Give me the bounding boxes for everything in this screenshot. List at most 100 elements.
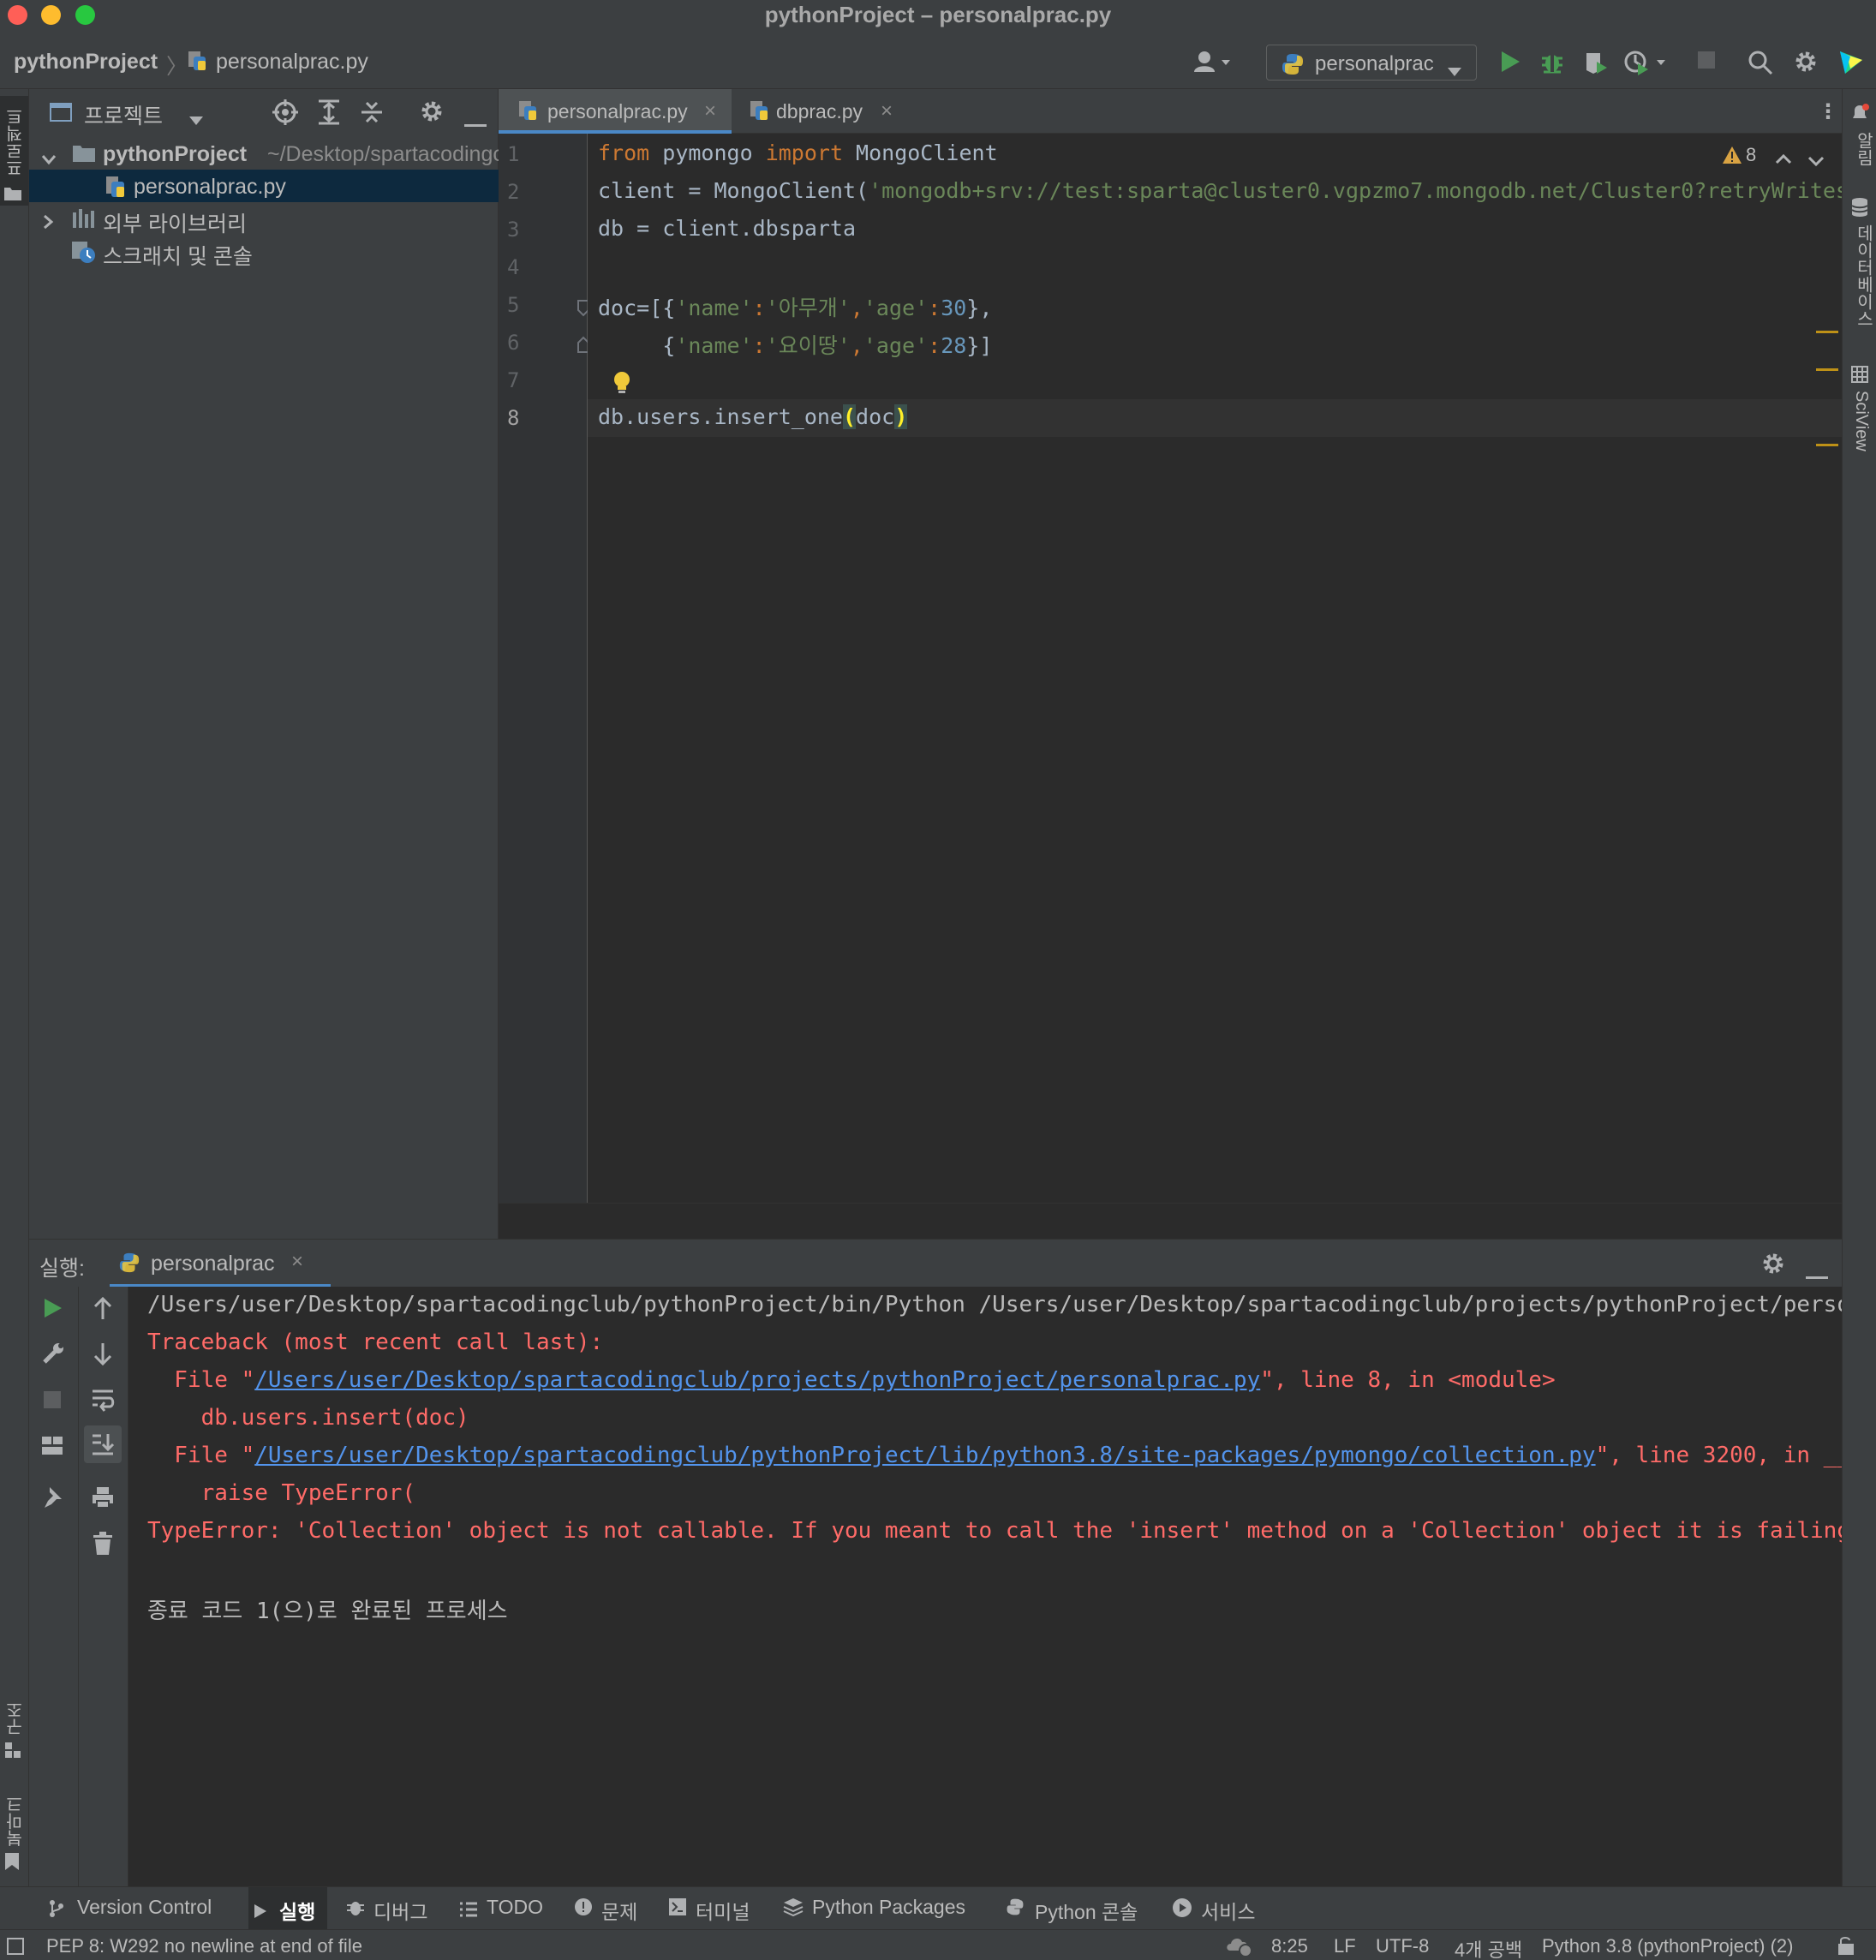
toolwindow-terminal[interactable]: 터미널 <box>668 1896 750 1925</box>
status-message[interactable]: PEP 8: W292 no newline at end of file <box>46 1935 362 1957</box>
error-stripe-mark[interactable] <box>1816 444 1838 446</box>
run-panel-title: 실행: <box>39 1257 85 1281</box>
toolwindow-debug[interactable]: 디버그 <box>346 1896 427 1925</box>
breadcrumb-separator-icon: 〉 <box>166 55 188 79</box>
coverage-icon[interactable] <box>1583 50 1609 80</box>
line-separator[interactable]: LF <box>1334 1935 1356 1957</box>
inspection-widget[interactable]: 8 <box>1722 140 1842 170</box>
run-settings-gear-icon[interactable] <box>1761 1252 1785 1282</box>
code-line-6: {'name':'요이땅','age':28}] <box>598 329 992 360</box>
caret-position[interactable]: 8:25 <box>1271 1935 1308 1957</box>
collapse-all-icon[interactable] <box>360 99 384 131</box>
run-icon[interactable] <box>1499 50 1521 78</box>
arrow-up-icon[interactable] <box>93 1296 113 1327</box>
view-dropdown-icon[interactable] <box>188 108 204 132</box>
stop-icon[interactable] <box>1696 50 1717 75</box>
search-icon[interactable] <box>1748 50 1773 80</box>
indent-setting[interactable]: 4개 공백 <box>1455 1935 1522 1960</box>
breadcrumb-file[interactable]: personalprac.py <box>216 50 368 75</box>
structure-icon <box>4 1741 21 1765</box>
toolwindow-run[interactable]: 실행 <box>248 1887 327 1930</box>
arrow-down-icon[interactable] <box>93 1342 113 1371</box>
close-tab-icon[interactable]: × <box>881 99 893 123</box>
toolwindow-todo[interactable]: TODO <box>459 1896 543 1919</box>
hide-run-panel-icon[interactable] <box>1806 1262 1828 1286</box>
code-token: import <box>765 140 843 165</box>
navigation-bar: pythonProject 〉 personalprac.py personal… <box>0 31 1876 89</box>
packages-icon <box>783 1897 804 1921</box>
code-token: 'age' <box>863 333 929 358</box>
terminal-icon <box>668 1897 687 1921</box>
python-interpreter[interactable]: Python 3.8 (pythonProject) (2) <box>1542 1935 1793 1957</box>
lock-icon[interactable] <box>1837 1935 1855 1960</box>
console-traceback-frame: File "/Users/user/Desktop/spartacodingcl… <box>147 1367 1555 1393</box>
run-tab-personalprac[interactable]: personalprac × <box>110 1240 331 1288</box>
expand-all-icon[interactable] <box>317 99 341 131</box>
toggle-tool-windows-icon[interactable] <box>7 1937 24 1960</box>
layout-icon[interactable] <box>41 1434 63 1462</box>
code-token: , <box>850 333 863 358</box>
error-stripe-mark[interactable] <box>1816 368 1838 371</box>
intention-bulb-icon[interactable] <box>612 370 632 401</box>
debug-icon[interactable] <box>1540 50 1564 78</box>
tab-dbprac[interactable]: dbprac.py × <box>732 89 903 134</box>
toolwindow-python-console[interactable]: Python 콘솔 <box>1006 1896 1138 1925</box>
code-token: db.users.insert_one <box>598 404 843 429</box>
jetbrains-logo-icon[interactable] <box>1838 50 1864 80</box>
edit-config-wrench-icon[interactable] <box>41 1342 65 1371</box>
console-traceback-code: db.users.insert(doc) <box>147 1405 469 1431</box>
console-file-link[interactable]: /Users/user/Desktop/spartacodingclub/pro… <box>254 1367 1260 1393</box>
close-tab-icon[interactable]: × <box>704 99 716 123</box>
settings-gear-icon[interactable] <box>1794 50 1818 78</box>
folder-icon <box>72 144 96 169</box>
more-tabs-icon[interactable]: ⋮ <box>1818 99 1838 124</box>
error-stripe-mark[interactable] <box>1816 331 1838 333</box>
next-highlight-icon[interactable] <box>1807 149 1825 173</box>
toolwindow-problems[interactable]: 문제 <box>574 1896 637 1925</box>
panel-settings-gear-icon[interactable] <box>420 99 444 129</box>
stop-icon[interactable] <box>43 1388 62 1415</box>
trash-icon[interactable] <box>93 1532 113 1562</box>
tree-item-scratches[interactable]: 스크래치 및 콘솔 <box>29 235 499 270</box>
toolwindow-version-control[interactable]: Version Control <box>48 1896 212 1919</box>
tree-item-personalprac[interactable]: personalprac.py <box>29 170 499 202</box>
rerun-icon[interactable] <box>43 1297 63 1325</box>
editor-horizontal-scrollbar[interactable] <box>499 1203 1842 1239</box>
sciview-toolwindow-tab[interactable]: SciView <box>1843 362 1876 473</box>
bookmarks-toolwindow-tab[interactable]: 북마크 <box>0 1785 28 1879</box>
code-token: client = MongoClient( <box>598 178 869 203</box>
tree-item-project-root[interactable]: pythonProject ~/Desktop/spartacodingclub <box>29 137 532 172</box>
code-editor[interactable]: from pymongo import MongoClient client =… <box>588 134 1842 1203</box>
database-toolwindow-tab[interactable]: 데이터베이스 <box>1843 192 1876 338</box>
previous-highlight-icon[interactable] <box>1775 146 1792 170</box>
file-encoding[interactable]: UTF-8 <box>1376 1935 1429 1957</box>
folder-icon <box>3 183 22 207</box>
locate-file-icon[interactable] <box>272 99 298 131</box>
project-toolwindow-tab[interactable]: 프로젝트 <box>0 96 28 206</box>
profile-icon[interactable] <box>1624 50 1667 80</box>
soft-wrap-icon[interactable] <box>91 1388 115 1418</box>
chevron-down-icon[interactable] <box>41 147 57 172</box>
toolwindow-services[interactable]: 서비스 <box>1172 1896 1255 1925</box>
run-console[interactable]: /Users/user/Desktop/spartacodingclub/pyt… <box>128 1287 1842 1886</box>
scroll-to-end-button[interactable] <box>84 1425 122 1463</box>
pin-icon[interactable] <box>41 1485 63 1515</box>
breadcrumb-project[interactable]: pythonProject <box>14 50 158 75</box>
print-icon[interactable] <box>91 1485 115 1515</box>
hide-panel-icon[interactable] <box>464 110 487 134</box>
chevron-right-icon[interactable] <box>43 211 55 236</box>
tree-item-external-libraries[interactable]: 외부 라이브러리 <box>29 202 499 236</box>
vcs-status-icon[interactable] <box>1225 1933 1254 1960</box>
bookmark-icon <box>4 1852 20 1877</box>
code-token: pymongo <box>649 140 766 165</box>
notifications-toolwindow-tab[interactable]: 알림 <box>1843 98 1876 175</box>
tab-personalprac[interactable]: personalprac.py × <box>499 89 732 134</box>
run-config-selector[interactable]: personalprac <box>1266 45 1477 81</box>
project-view-title[interactable]: 프로젝트 <box>84 99 163 130</box>
structure-toolwindow-tab[interactable]: 구조 <box>0 1691 28 1768</box>
scratches-icon <box>70 240 96 270</box>
toolwindow-python-packages[interactable]: Python Packages <box>783 1896 965 1921</box>
close-run-tab-icon[interactable]: × <box>291 1250 303 1274</box>
account-icon[interactable] <box>1192 50 1234 78</box>
console-file-link[interactable]: /Users/user/Desktop/spartacodingclub/pyt… <box>254 1443 1595 1468</box>
